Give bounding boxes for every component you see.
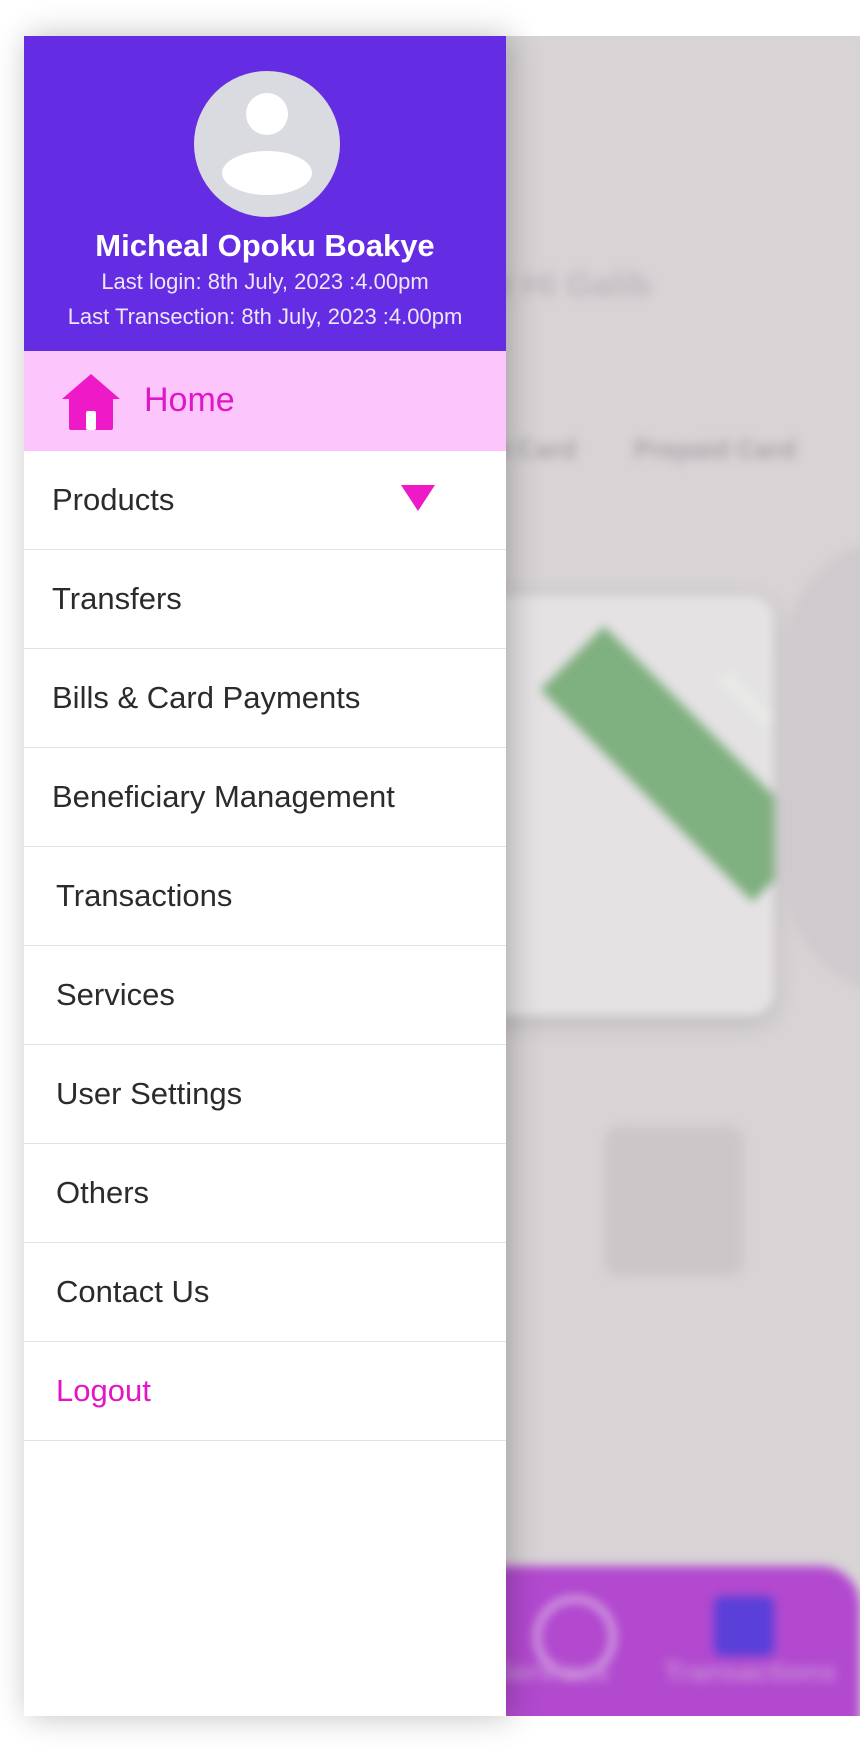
menu-item-label: Transactions	[56, 878, 233, 913]
menu-item-home[interactable]: Home	[24, 351, 506, 451]
menu-item-beneficiary-management[interactable]: Beneficiary Management	[24, 748, 506, 847]
navigation-drawer: Micheal Opoku Boakye Last login: 8th Jul…	[24, 36, 506, 1716]
menu-item-label: Beneficiary Management	[52, 779, 395, 814]
user-avatar-icon[interactable]	[194, 71, 340, 217]
bg-transactions-label: Transactions	[664, 1656, 837, 1687]
last-transaction-text: Last Transection: 8th July, 2023 :4.00pm	[67, 304, 463, 329]
user-name: Micheal Opoku Boakye	[95, 228, 435, 263]
menu-item-user-settings[interactable]: User Settings	[24, 1045, 506, 1144]
menu-item-products[interactable]: Products	[24, 451, 506, 550]
bg-greeting: e Hi Galib	[494, 266, 651, 304]
bg-tab-card: it Card	[494, 434, 577, 464]
bg-ribbon	[540, 626, 774, 902]
bg-ribbon-text: Active	[715, 666, 774, 731]
bg-transactions-icon	[714, 1596, 774, 1656]
bg-decoration	[784, 536, 860, 996]
menu-item-label: Services	[56, 977, 175, 1012]
menu-item-label: Contact Us	[56, 1274, 210, 1309]
menu-item-transactions[interactable]: Transactions	[24, 847, 506, 946]
menu-item-contact-us[interactable]: Contact Us	[24, 1243, 506, 1342]
menu-item-label: Products	[52, 482, 175, 517]
bg-tab-prepaid: Prepaid Card	[634, 434, 796, 464]
logout-label: Logout	[56, 1373, 151, 1408]
menu-item-bills-card-payments[interactable]: Bills & Card Payments	[24, 649, 506, 748]
menu-item-label: Others	[56, 1175, 150, 1210]
menu-item-transfers[interactable]: Transfers	[24, 550, 506, 649]
bg-tile	[604, 1126, 744, 1276]
triangle-down-icon[interactable]	[401, 485, 435, 511]
menu-item-logout[interactable]: Logout	[24, 1342, 506, 1441]
menu-item-label: User Settings	[56, 1076, 243, 1111]
bg-services-label: Services	[494, 1656, 610, 1687]
drawer-header: Micheal Opoku Boakye Last login: 8th Jul…	[24, 36, 506, 351]
menu-item-label: Transfers	[52, 581, 182, 616]
menu-item-others[interactable]: Others	[24, 1144, 506, 1243]
home-icon	[62, 374, 120, 430]
home-label: Home	[144, 381, 235, 419]
last-login-text: Last login: 8th July, 2023 :4.00pm	[101, 269, 429, 294]
menu-item-services[interactable]: Services	[24, 946, 506, 1045]
menu-item-label: Bills & Card Payments	[52, 680, 361, 715]
